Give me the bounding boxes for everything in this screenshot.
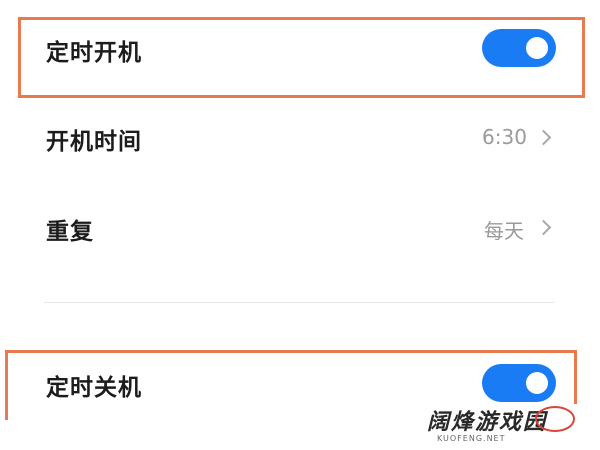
watermark-title: 阔烽游戏园 [427,409,548,435]
power-on-time-label: 开机时间 [46,129,142,155]
chevron-right-icon [535,219,552,236]
highlight-box-power-on [18,17,585,98]
watermark-logo-icon [535,406,575,432]
power-on-time-value: 6:30 [482,125,527,149]
repeat-label: 重复 [46,219,94,245]
watermark: 阔烽游戏园 KUOFENG.NET [397,404,600,450]
power-on-time-row[interactable]: 开机时间 6:30 [0,100,600,180]
section-divider [44,302,554,303]
watermark-subtitle: KUOFENG.NET [437,434,506,443]
chevron-right-icon [535,129,552,146]
repeat-value: 每天 [484,219,524,243]
repeat-row[interactable]: 重复 每天 [0,190,600,270]
